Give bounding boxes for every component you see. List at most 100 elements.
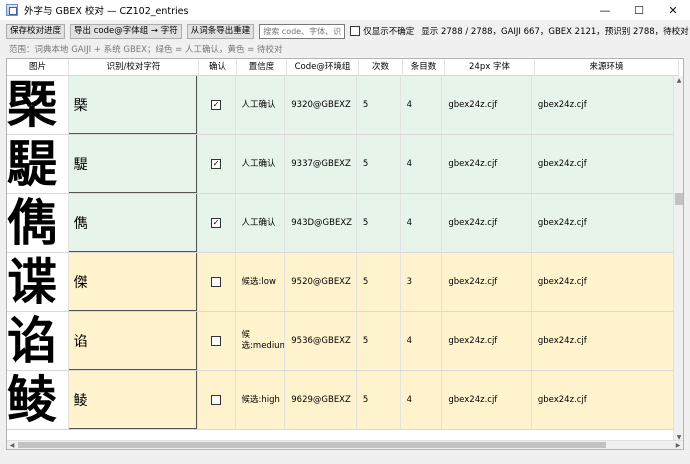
entries-cell: 4 [401, 76, 443, 134]
char-edit-field[interactable]: 㮣 [68, 76, 197, 134]
char-edit-cell[interactable]: 㮣 [68, 76, 198, 134]
horizontal-scrollbar[interactable]: ◀ ▶ [7, 440, 683, 449]
glyph-image-cell: 儁 [7, 194, 69, 252]
font-cell: gbex24z.cjf [442, 135, 532, 193]
glyph-image-cell: 谄 [7, 312, 69, 370]
confidence-cell: 候选:medium [236, 312, 286, 370]
count-cell: 5 [357, 135, 401, 193]
column-header-confirm[interactable]: 确认 [199, 59, 237, 76]
column-header-image[interactable]: 图片 [7, 59, 69, 76]
uncertain-only-checkbox[interactable] [350, 26, 361, 36]
code-cell: 9520@GBEXZ [285, 253, 357, 311]
column-header-source[interactable]: 来源环境 [535, 59, 679, 76]
confidence-cell: 人工确认 [236, 135, 286, 193]
code-cell: 9536@GBEXZ [285, 312, 357, 370]
confirm-cell[interactable]: ✓ [198, 194, 236, 252]
glyph-image-cell: 㮣 [7, 76, 69, 134]
table-row[interactable]: 㮣 㮣 ✓ 人工确认 9320@GBEXZ 5 4 gbex24z.cjf gb… [7, 76, 675, 135]
confidence-cell: 人工确认 [236, 76, 286, 134]
code-cell: 9629@GBEXZ [285, 371, 357, 429]
glyph-bitmap: 騠 [7, 135, 57, 193]
window-controls: — ☐ ✕ [588, 0, 690, 20]
glyph-image-cell: 鲮 [7, 371, 69, 429]
title-bar: 外字与 GBEX 校对 — CZ102_entries — ☐ ✕ [0, 0, 690, 20]
source-cell: gbex24z.cjf [532, 194, 675, 252]
column-header-code[interactable]: Code@环境组 [287, 59, 359, 76]
confirm-checkbox[interactable] [211, 277, 222, 287]
scroll-left-icon[interactable]: ◀ [7, 441, 17, 449]
char-edit-cell[interactable]: 傑 [68, 253, 198, 311]
font-cell: gbex24z.cjf [442, 371, 532, 429]
confirm-checkbox[interactable] [211, 395, 222, 405]
confidence-cell: 候选:high [236, 371, 286, 429]
toolbar: 保存校对进度 导出 code@字体组 → 字符 从词条导出重建 仅显示不确定 显… [0, 21, 690, 41]
table-row[interactable]: 儁 儁 ✓ 人工确认 943D@GBEXZ 5 4 gbex24z.cjf gb… [7, 194, 675, 253]
confirm-checkbox[interactable]: ✓ [211, 159, 222, 169]
confirm-cell[interactable]: ✓ [198, 76, 236, 134]
font-cell: gbex24z.cjf [442, 312, 532, 370]
table-row[interactable]: 谄 谄 候选:medium 9536@GBEXZ 5 4 gbex24z.cjf… [7, 312, 675, 371]
column-header-char[interactable]: 识别/校对字符 [69, 59, 199, 76]
count-cell: 5 [357, 76, 401, 134]
confirm-cell[interactable] [198, 371, 236, 429]
confirm-checkbox[interactable]: ✓ [211, 100, 222, 110]
char-edit-field[interactable]: 谄 [68, 312, 197, 370]
char-edit-cell[interactable]: 鲮 [68, 371, 198, 429]
source-cell: gbex24z.cjf [532, 312, 675, 370]
glyph-bitmap: 儁 [7, 194, 57, 252]
source-cell: gbex24z.cjf [532, 76, 675, 134]
column-header-font[interactable]: 24px 字体 [445, 59, 535, 76]
scroll-right-icon[interactable]: ▶ [673, 441, 683, 449]
char-edit-field[interactable]: 傑 [68, 253, 197, 311]
glyph-bitmap: 谍 [7, 253, 57, 311]
search-input[interactable] [259, 23, 346, 39]
uncertain-only-toggle[interactable]: 仅显示不确定 [350, 25, 414, 37]
font-cell: gbex24z.cjf [442, 76, 532, 134]
font-cell: gbex24z.cjf [442, 253, 532, 311]
vertical-scroll-thumb[interactable] [675, 193, 683, 205]
code-cell: 943D@GBEXZ [285, 194, 357, 252]
glyph-image-cell: 谍 [7, 253, 69, 311]
glyph-bitmap: 㮣 [7, 76, 57, 134]
confirm-checkbox[interactable] [211, 336, 222, 346]
close-button[interactable]: ✕ [656, 0, 690, 20]
char-edit-cell[interactable]: 騠 [68, 135, 198, 193]
entries-cell: 3 [401, 253, 443, 311]
vertical-scrollbar[interactable]: ▲ ▼ [673, 76, 683, 442]
column-header-count[interactable]: 次数 [359, 59, 403, 76]
confirm-cell[interactable] [198, 312, 236, 370]
column-header-entries[interactable]: 条目数 [403, 59, 445, 76]
count-cell: 5 [357, 253, 401, 311]
source-cell: gbex24z.cjf [532, 371, 675, 429]
maximize-button[interactable]: ☐ [622, 0, 656, 20]
export-mapping-button[interactable]: 导出 code@字体组 → 字符 [70, 23, 182, 39]
char-edit-cell[interactable]: 谄 [68, 312, 198, 370]
char-edit-cell[interactable]: 儁 [68, 194, 198, 252]
minimize-button[interactable]: — [588, 0, 622, 20]
table-row[interactable]: 鲮 鲮 候选:high 9629@GBEXZ 5 4 gbex24z.cjf g… [7, 371, 675, 430]
table-row[interactable]: 谍 傑 候选:low 9520@GBEXZ 5 3 gbex24z.cjf gb… [7, 253, 675, 312]
count-cell: 5 [357, 194, 401, 252]
column-header-confidence[interactable]: 置信度 [237, 59, 287, 76]
uncertain-only-label: 仅显示不确定 [363, 27, 415, 37]
entries-cell: 4 [401, 194, 443, 252]
confirm-cell[interactable] [198, 253, 236, 311]
glyph-bitmap: 鲮 [7, 371, 57, 429]
entries-cell: 4 [401, 312, 443, 370]
save-progress-button[interactable]: 保存校对进度 [6, 23, 66, 39]
count-cell: 5 [357, 371, 401, 429]
confirm-cell[interactable]: ✓ [198, 135, 236, 193]
table-row[interactable]: 騠 騠 ✓ 人工确认 9337@GBEXZ 5 4 gbex24z.cjf gb… [7, 135, 675, 194]
horizontal-scroll-thumb[interactable] [18, 442, 606, 448]
char-edit-field[interactable]: 騠 [68, 135, 197, 193]
confirm-checkbox[interactable]: ✓ [211, 218, 222, 228]
rebuild-from-entries-button[interactable]: 从词条导出重建 [186, 23, 255, 39]
char-edit-field[interactable]: 鲮 [68, 371, 197, 429]
table-header: 图片 识别/校对字符 确认 置信度 Code@环境组 次数 条目数 24px 字… [7, 59, 679, 76]
char-edit-field[interactable]: 儁 [68, 194, 197, 252]
scroll-up-icon[interactable]: ▲ [674, 76, 683, 85]
source-cell: gbex24z.cjf [532, 253, 675, 311]
glyph-table: 图片 识别/校对字符 确认 置信度 Code@环境组 次数 条目数 24px 字… [6, 58, 684, 450]
source-cell: gbex24z.cjf [532, 135, 675, 193]
glyph-image-cell: 騠 [7, 135, 69, 193]
